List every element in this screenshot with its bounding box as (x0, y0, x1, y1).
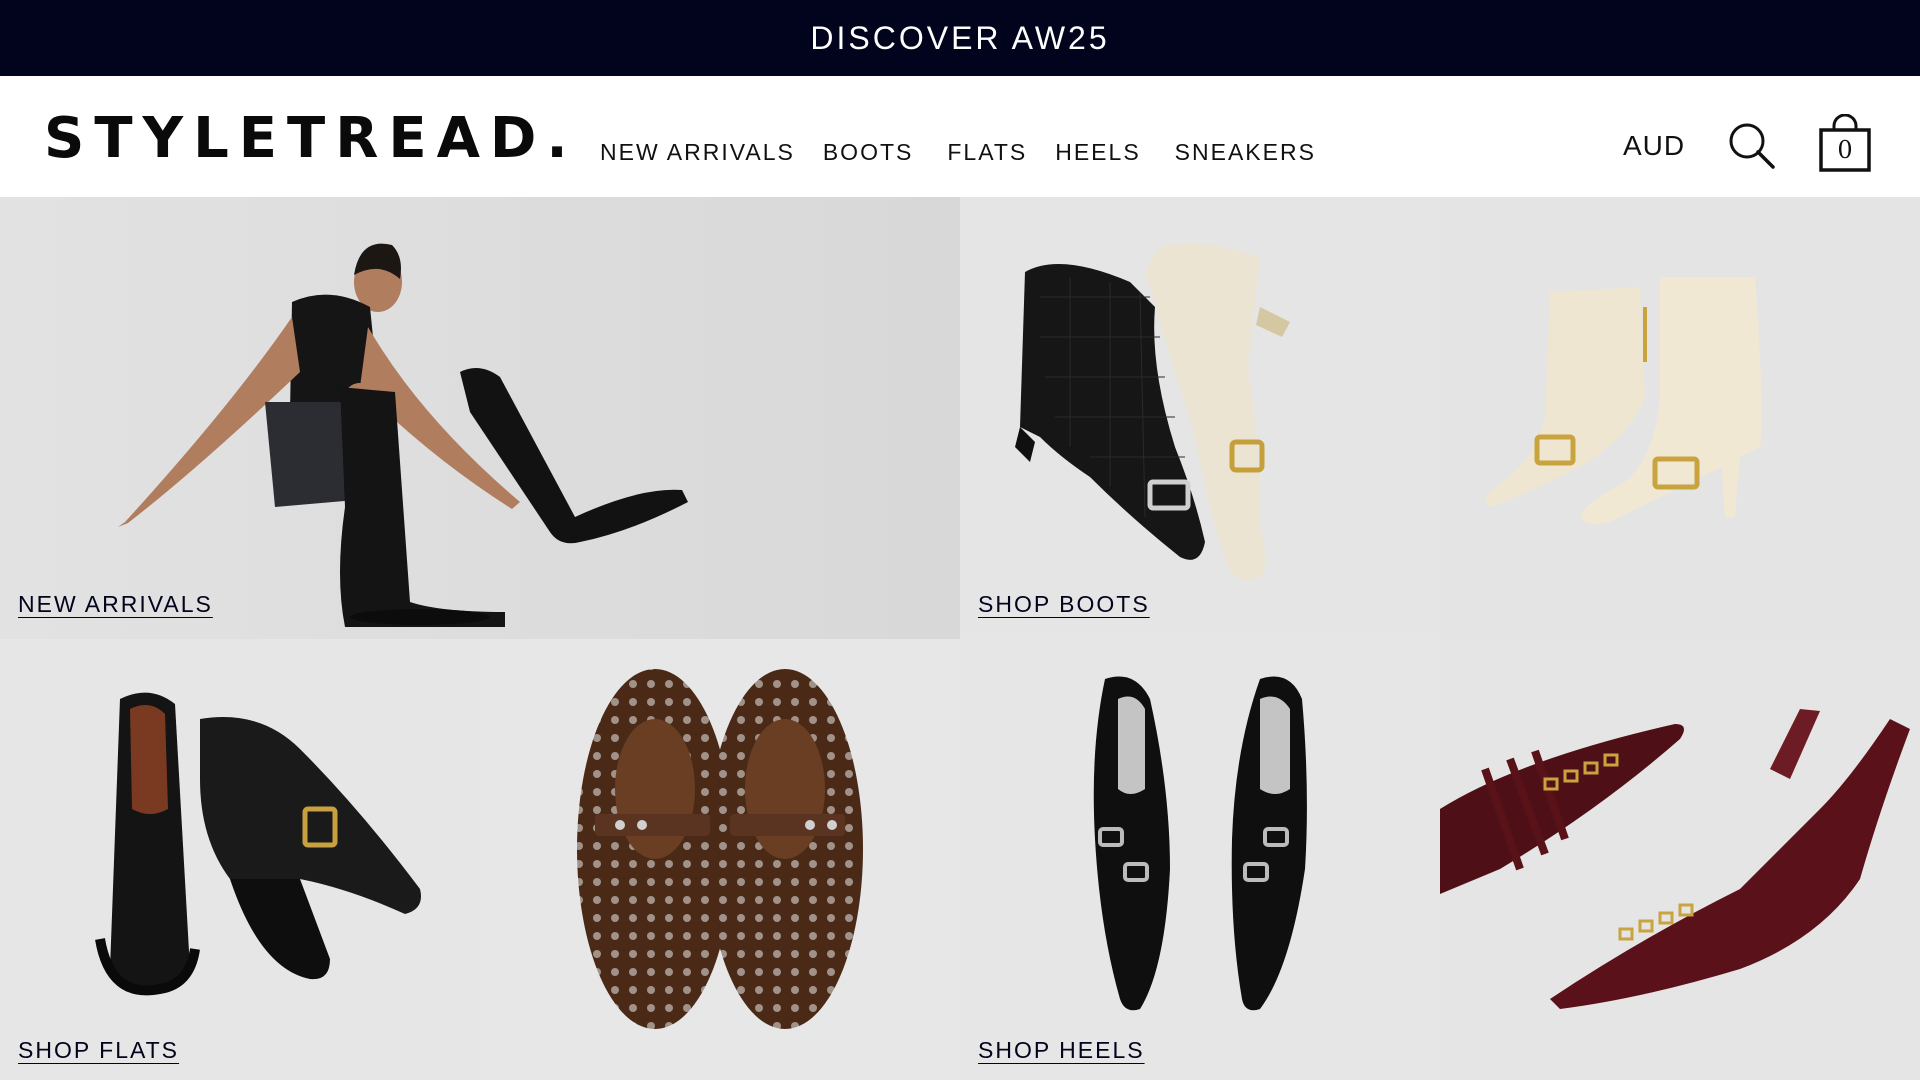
nav-new-arrivals[interactable]: NEW ARRIVALS (600, 139, 795, 166)
brand-logo[interactable]: STYLETREAD. (44, 109, 578, 169)
tile-cream-boots[interactable] (1440, 197, 1920, 639)
tile-shop-heels[interactable]: SHOP HEELS (960, 639, 1440, 1080)
tile-label-new-arrivals[interactable]: NEW ARRIVALS (18, 591, 213, 618)
nav-boots[interactable]: BOOTS (823, 139, 914, 166)
tile-label-shop-heels[interactable]: SHOP HEELS (978, 1037, 1145, 1064)
announcement-bar[interactable]: DISCOVER AW25 (0, 0, 1920, 76)
main-nav: NEW ARRIVALS BOOTS FLATS HEELS SNEAKERS (600, 138, 1344, 166)
tile-new-arrivals[interactable]: NEW ARRIVALS (0, 197, 960, 639)
tile-shop-boots[interactable]: SHOP BOOTS (960, 197, 1440, 639)
search-button[interactable] (1726, 120, 1778, 172)
woven-flats-photo (480, 639, 960, 1080)
tile-label-shop-flats[interactable]: SHOP FLATS (18, 1037, 179, 1064)
tile-brown-flats[interactable] (480, 639, 960, 1080)
search-icon (1729, 123, 1775, 169)
heels-photo (960, 639, 1440, 1080)
tile-label-shop-boots[interactable]: SHOP BOOTS (978, 591, 1150, 618)
burgundy-heels-photo (1440, 639, 1920, 1080)
announcement-text[interactable]: DISCOVER AW25 (810, 20, 1109, 57)
cart-button[interactable]: 0 (1818, 113, 1872, 172)
currency-selector[interactable]: AUD (1623, 130, 1685, 162)
site-header: STYLETREAD. NEW ARRIVALS BOOTS FLATS HEE… (0, 76, 1920, 196)
nav-sneakers[interactable]: SNEAKERS (1175, 139, 1316, 166)
tile-burgundy-heels[interactable] (1440, 639, 1920, 1080)
tile-shop-flats[interactable]: SHOP FLATS (0, 639, 480, 1080)
nav-flats[interactable]: FLATS (947, 139, 1027, 166)
nav-heels[interactable]: HEELS (1055, 139, 1140, 166)
cream-boots-photo (1440, 197, 1920, 639)
boots-photo (960, 197, 1440, 639)
flats-photo (0, 639, 480, 1080)
new-arrivals-photo (0, 197, 960, 639)
cart-count: 0 (1837, 136, 1853, 164)
